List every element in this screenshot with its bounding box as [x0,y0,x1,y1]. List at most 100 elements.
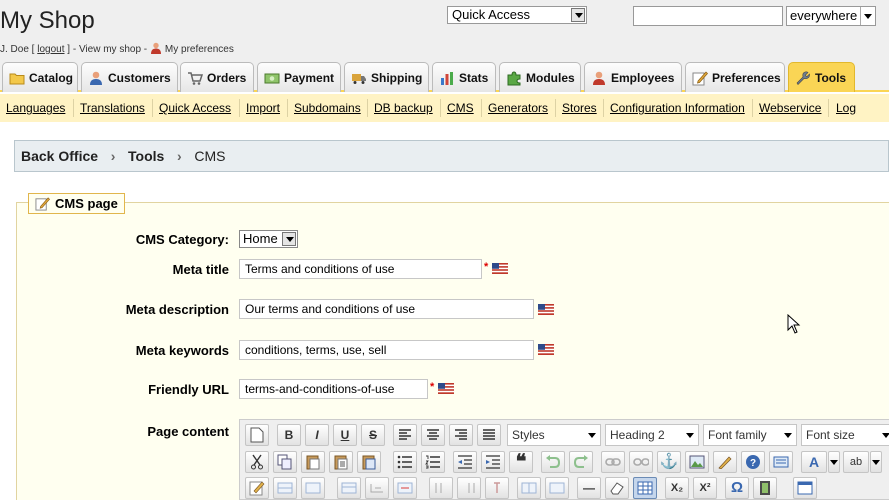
anchor-button[interactable]: ⚓ [657,451,681,473]
new-document-icon[interactable] [245,424,269,446]
chevron-down-icon[interactable] [828,451,840,473]
align-justify-icon[interactable] [477,424,501,446]
us-flag-icon[interactable] [438,383,454,394]
delete-col-icon[interactable] [485,477,509,499]
tab-stats[interactable]: Stats [432,62,496,92]
superscript-button[interactable]: X² [693,477,717,499]
blockquote-button[interactable]: ❝ [509,451,533,473]
copy-icon[interactable] [273,451,297,473]
insert-col-after-icon[interactable] [457,477,481,499]
us-flag-icon[interactable] [492,263,508,274]
undo-icon[interactable] [541,451,565,473]
search-input[interactable] [633,6,783,26]
friendly-url-input[interactable]: terms-and-conditions-of-use [239,379,428,399]
tab-modules[interactable]: Modules [499,62,581,92]
us-flag-icon[interactable] [538,344,554,355]
tab-orders[interactable]: Orders [180,62,254,92]
subtab-db-backup[interactable]: DB backup [374,101,433,115]
table-icon[interactable] [633,477,657,499]
chevron-down-icon[interactable] [571,8,585,22]
outdent-icon[interactable] [453,451,477,473]
tab-shipping[interactable]: Shipping [344,62,429,92]
paste-icon[interactable] [301,451,325,473]
subtab-translations[interactable]: Translations [80,101,145,115]
attributes-icon[interactable] [793,477,817,499]
tab-preferences[interactable]: Preferences [685,62,785,92]
subtab-quick-access[interactable]: Quick Access [159,101,231,115]
subscript-button[interactable]: X₂ [665,477,689,499]
subtab-subdomains[interactable]: Subdomains [294,101,361,115]
chevron-down-icon[interactable] [860,7,875,25]
align-center-icon[interactable] [421,424,445,446]
subtab-configuration-information[interactable]: Configuration Information [610,101,745,115]
html-source-icon[interactable] [769,451,793,473]
subtabs-bar: Languages Translations Quick Access Impo… [0,94,889,122]
tab-employees[interactable]: Employees [584,62,682,92]
subtab-import[interactable]: Import [246,101,280,115]
subtab-cms[interactable]: CMS [447,101,474,115]
strikethrough-button[interactable]: S [361,424,385,446]
meta-keywords-input[interactable]: conditions, terms, use, sell [239,340,534,360]
italic-button[interactable]: I [305,424,329,446]
font-family-select[interactable]: Font family [703,424,797,446]
subtab-languages[interactable]: Languages [6,101,65,115]
align-left-icon[interactable] [393,424,417,446]
cleanup-icon[interactable] [713,451,737,473]
breadcrumb-back-office[interactable]: Back Office [21,148,98,164]
cms-category-select[interactable]: Home [239,230,298,248]
merge-cells-icon[interactable] [545,477,569,499]
font-color-button[interactable]: A [801,451,827,473]
tab-payment[interactable]: Payment [257,62,341,92]
paste-text-icon[interactable] [329,451,353,473]
format-select[interactable]: Heading 2 [605,424,699,446]
view-shop-link[interactable]: ] - View my shop - [67,44,147,55]
subtab-divider [152,99,153,117]
special-char-button[interactable]: Ω [725,477,749,499]
table-row-props-icon[interactable] [273,477,297,499]
table-cell-props-icon[interactable] [301,477,325,499]
tab-catalog[interactable]: Catalog [2,62,78,92]
styles-select[interactable]: Styles [507,424,601,446]
meta-title-input[interactable]: Terms and conditions of use [239,259,482,279]
meta-description-input[interactable]: Our terms and conditions of use [239,299,534,319]
my-preferences-link[interactable]: My preferences [165,44,234,55]
chevron-down-icon[interactable] [282,232,296,246]
subtab-stores[interactable]: Stores [562,101,597,115]
subtab-generators[interactable]: Generators [488,101,548,115]
redo-icon[interactable] [569,451,593,473]
insert-template-icon[interactable] [245,477,269,499]
indent-icon[interactable] [481,451,505,473]
paste-word-icon[interactable] [357,451,381,473]
delete-row-icon[interactable] [393,477,417,499]
tab-tools[interactable]: Tools [788,62,855,92]
media-icon[interactable] [753,477,777,499]
subtab-webservice[interactable]: Webservice [759,101,821,115]
background-color-button[interactable]: ab [843,451,869,473]
unlink-icon[interactable] [629,451,653,473]
search-scope-select[interactable]: everywhere [786,6,876,26]
quick-access-select[interactable]: Quick Access [447,6,587,24]
insert-row-before-icon[interactable] [337,477,361,499]
link-icon[interactable] [601,451,625,473]
underline-button[interactable]: U [333,424,357,446]
remove-format-icon[interactable] [605,477,629,499]
numbered-list-icon[interactable] [421,451,445,473]
tab-label: Catalog [29,71,74,85]
breadcrumb-tools[interactable]: Tools [128,148,164,164]
horizontal-rule-button[interactable]: — [577,477,601,499]
help-icon[interactable]: ? [741,451,765,473]
us-flag-icon[interactable] [538,304,554,315]
insert-col-before-icon[interactable] [429,477,453,499]
font-size-select[interactable]: Font size [801,424,889,446]
logout-link[interactable]: logout [37,44,64,55]
bold-button[interactable]: B [277,424,301,446]
align-right-icon[interactable] [449,424,473,446]
cut-icon[interactable] [245,451,269,473]
tab-customers[interactable]: Customers [81,62,178,92]
insert-row-after-icon[interactable] [365,477,389,499]
subtab-log[interactable]: Log [836,101,856,115]
image-icon[interactable] [685,451,709,473]
chevron-down-icon[interactable] [870,451,882,473]
bullet-list-icon[interactable] [393,451,417,473]
split-cells-icon[interactable] [517,477,541,499]
